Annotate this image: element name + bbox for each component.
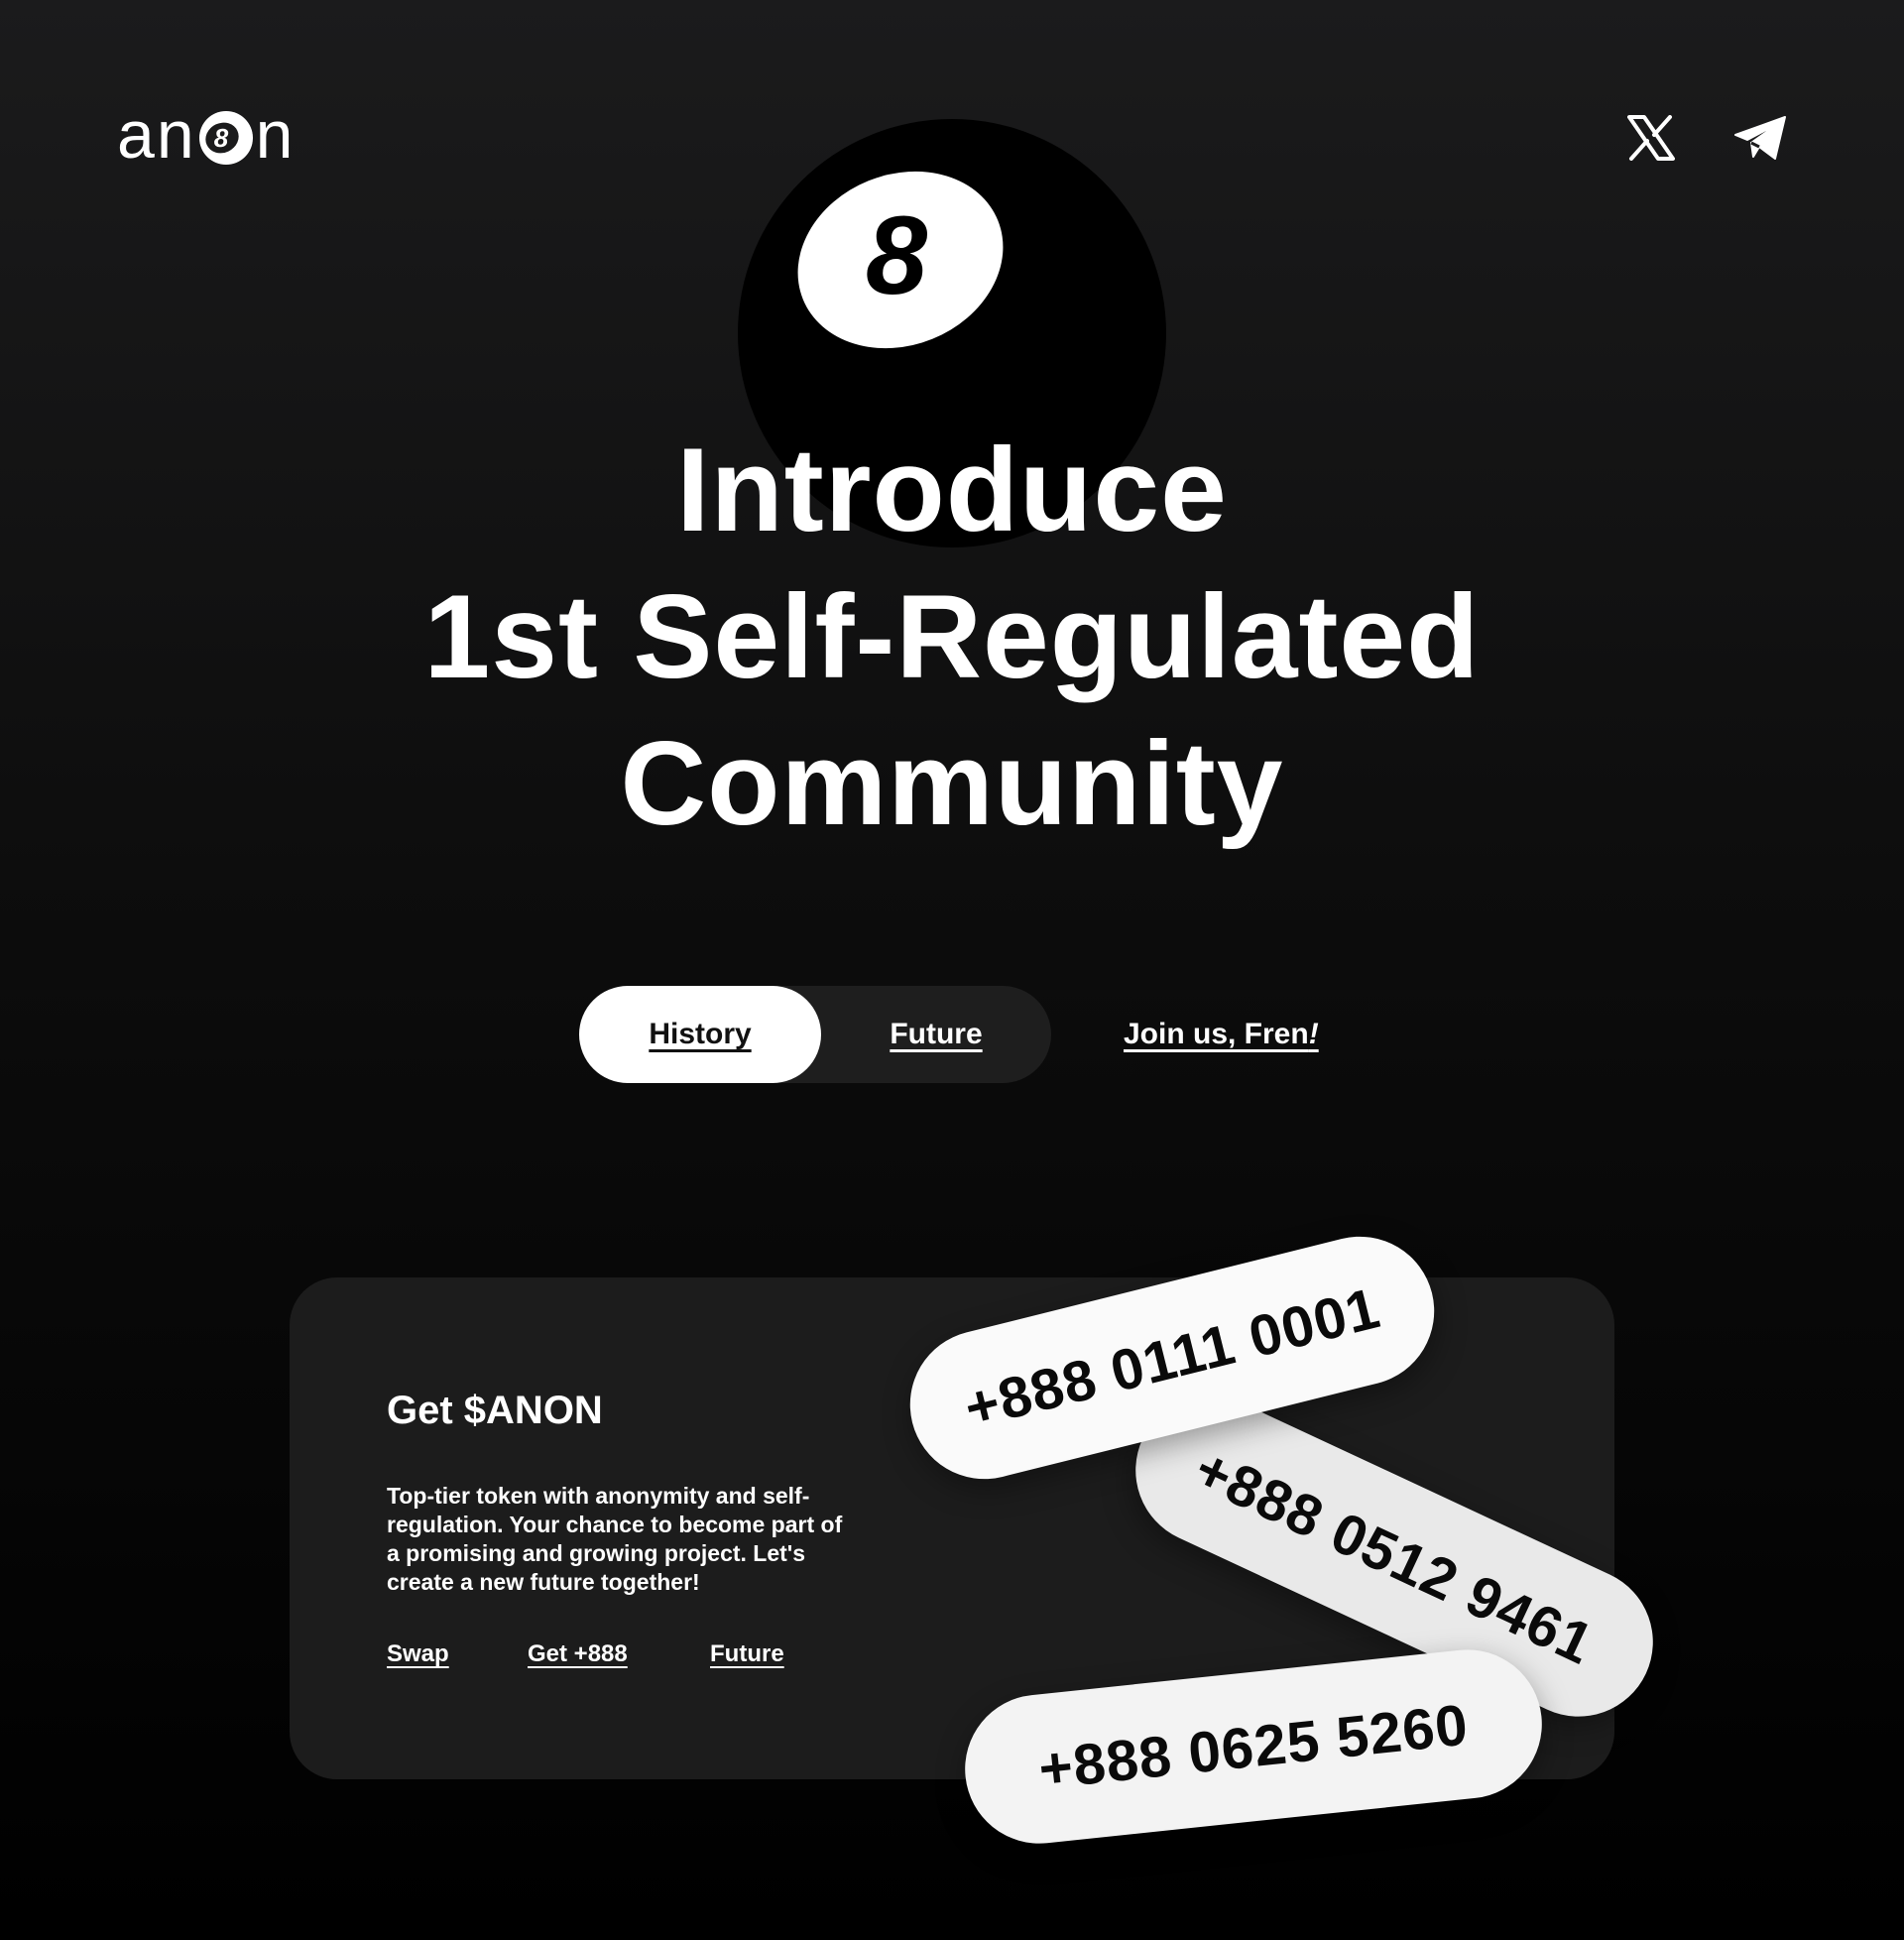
- join-us-link[interactable]: Join us, Fren!: [1124, 1012, 1319, 1057]
- swap-link[interactable]: Swap: [387, 1640, 449, 1668]
- headline-line-1: Introduce: [676, 424, 1228, 556]
- headline-line-3: Community: [620, 717, 1284, 850]
- tab-history[interactable]: History: [579, 986, 821, 1083]
- telegram-link[interactable]: [1733, 111, 1787, 165]
- x-icon: [1627, 115, 1675, 161]
- tab-future[interactable]: Future: [821, 986, 1051, 1083]
- section-tabs: History Future: [579, 986, 1051, 1083]
- join-us-label: Join us, Fren: [1124, 1018, 1309, 1050]
- future-link[interactable]: Future: [710, 1640, 784, 1668]
- logo-text-suffix: n: [255, 97, 296, 173]
- telegram-icon: [1734, 116, 1786, 160]
- logo-ball-number: 8: [213, 123, 229, 153]
- get-888-link[interactable]: Get +888: [528, 1640, 628, 1668]
- x-twitter-link[interactable]: [1624, 111, 1678, 165]
- hero-headline: Introduce 1st Self-Regulated Community: [0, 417, 1904, 857]
- card-description: Top-tier token with anonymity and self-r…: [387, 1483, 843, 1595]
- logo-text-prefix: an: [117, 97, 196, 173]
- headline-line-2: 1st Self-Regulated: [423, 570, 1481, 703]
- eight-ball-logo-icon: 8: [198, 110, 254, 166]
- join-us-exclamation: !: [1308, 1018, 1319, 1050]
- card-title: Get $ANON: [387, 1389, 603, 1432]
- anon-logo[interactable]: an 8 n: [117, 97, 296, 173]
- hero-ball-number: 8: [866, 193, 928, 317]
